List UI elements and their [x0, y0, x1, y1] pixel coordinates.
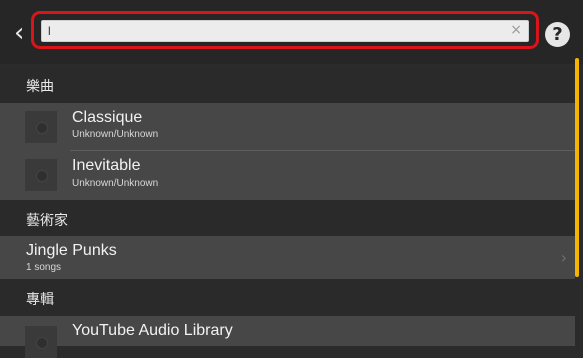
album-title: YouTube Audio Library [72, 322, 233, 339]
song-item[interactable]: Classique Unknown/Unknown [0, 103, 575, 151]
album-art-placeholder [25, 326, 57, 358]
section-header-songs: 樂曲 [0, 66, 575, 103]
help-icon[interactable]: ? [545, 22, 570, 47]
section-header-artists: 藝術家 [0, 200, 575, 237]
album-item[interactable]: YouTube Audio Library [0, 316, 575, 358]
scrollbar[interactable] [575, 58, 579, 277]
top-bar: ‹ × ? [0, 0, 583, 64]
clear-icon[interactable]: × [510, 21, 522, 39]
song-item[interactable]: Inevitable Unknown/Unknown [0, 151, 575, 200]
search-input[interactable] [41, 20, 529, 42]
section-label: 藝術家 [26, 213, 68, 229]
section-header-albums: 專輯 [0, 279, 575, 316]
artist-song-count: 1 songs [26, 262, 62, 273]
artist-item[interactable]: Jingle Punks 1 songs › [0, 236, 575, 279]
chevron-right-icon: › [560, 248, 567, 267]
song-subtitle: Unknown/Unknown [72, 129, 159, 140]
song-title: Classique [72, 109, 143, 126]
album-art-placeholder [25, 159, 57, 191]
song-title: Inevitable [72, 157, 141, 174]
section-label: 樂曲 [26, 79, 54, 95]
section-label: 專輯 [26, 292, 54, 308]
artist-name: Jingle Punks [26, 242, 117, 259]
search-highlight: × [31, 11, 539, 49]
search-results: 樂曲 Classique Unknown/Unknown Inevitable … [0, 58, 583, 358]
album-art-placeholder [25, 111, 57, 143]
song-subtitle: Unknown/Unknown [72, 178, 159, 189]
